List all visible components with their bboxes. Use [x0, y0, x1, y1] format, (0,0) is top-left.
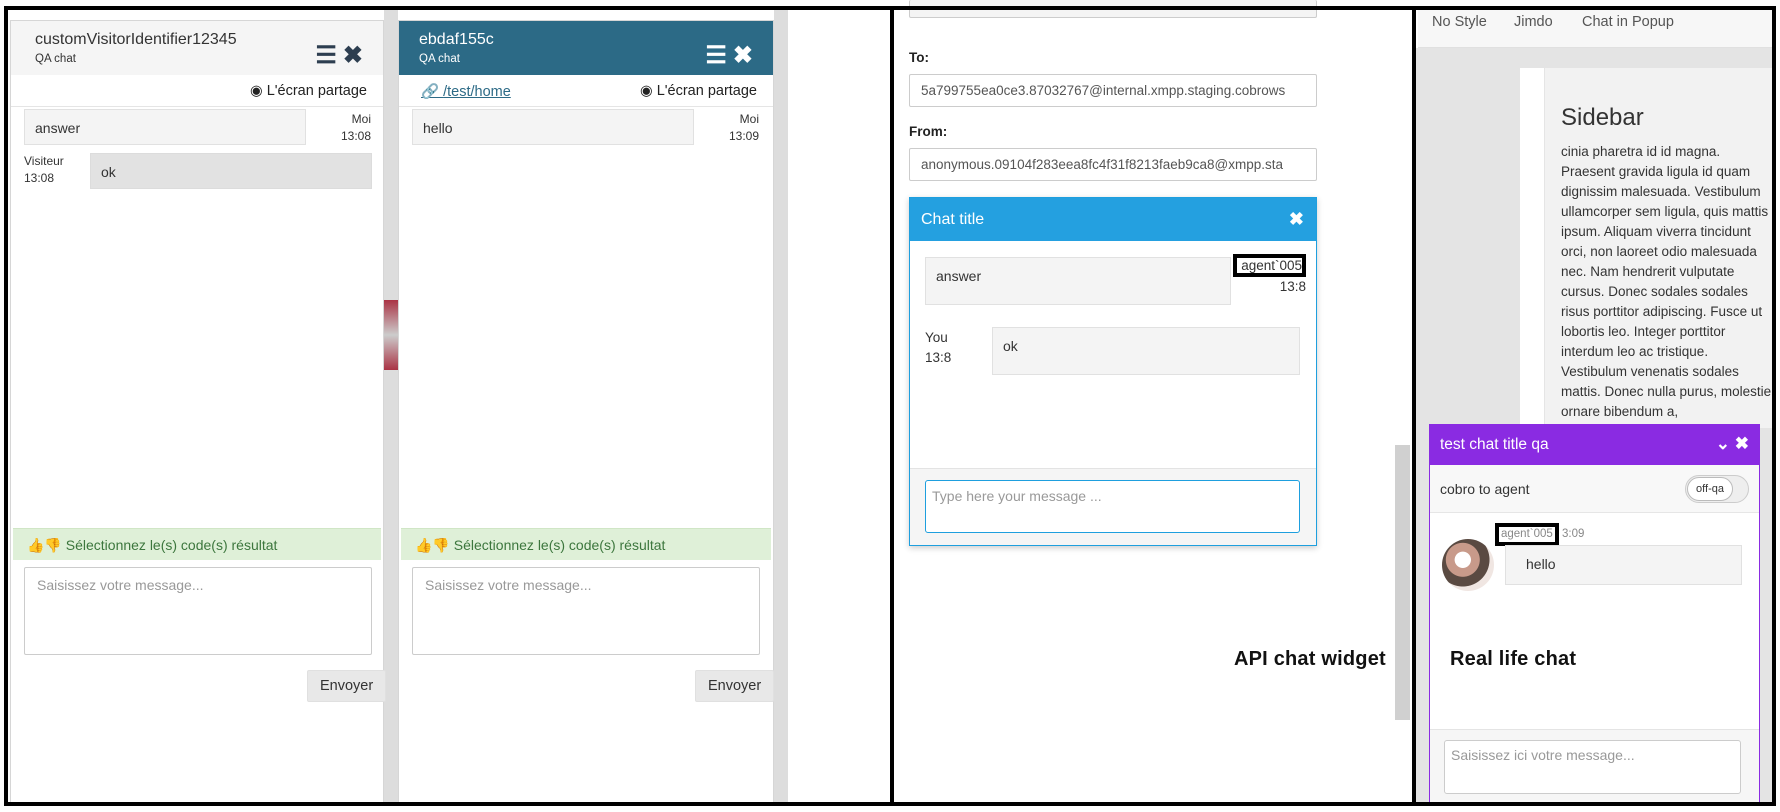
column-divider [890, 6, 894, 806]
column-divider [1412, 6, 1416, 806]
